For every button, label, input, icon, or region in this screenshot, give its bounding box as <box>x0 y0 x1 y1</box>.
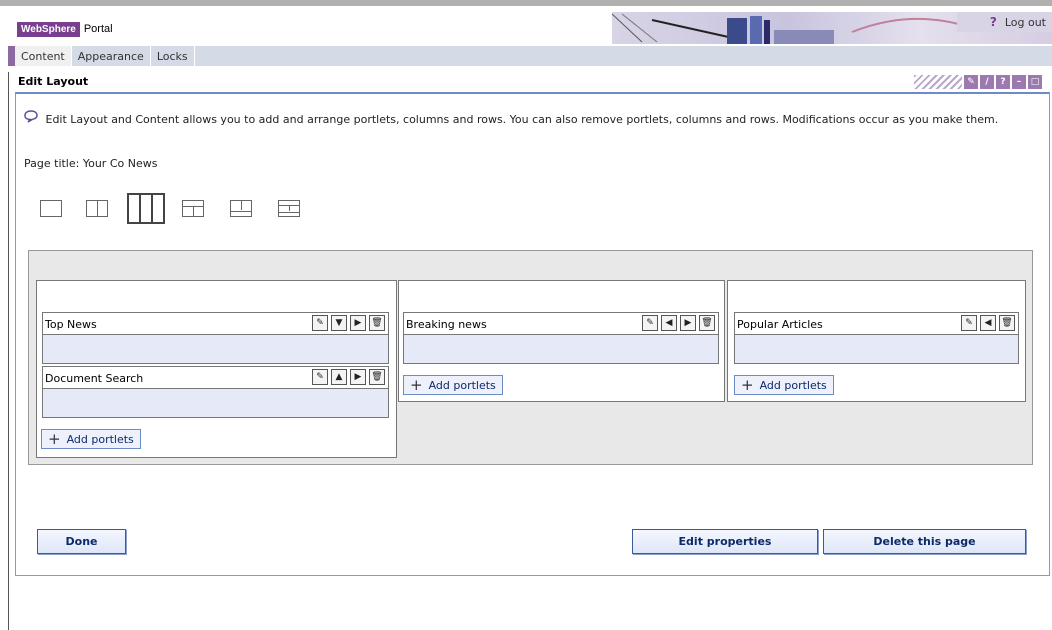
add-portlets-button[interactable]: + Add portlets <box>403 375 503 395</box>
layout-two-column-footer-icon[interactable] <box>230 200 252 217</box>
frame-left-edge <box>8 72 9 630</box>
info-balloon-icon <box>24 110 38 127</box>
delete-icon[interactable]: 🗑 <box>369 315 385 331</box>
portlet-name: Popular Articles <box>737 318 823 331</box>
delete-icon[interactable]: 🗑 <box>999 315 1015 331</box>
done-button[interactable]: Done <box>37 529 126 554</box>
logout-link[interactable]: Log out <box>1005 16 1046 29</box>
add-portlets-button[interactable]: + Add portlets <box>734 375 834 395</box>
edit-icon[interactable]: ✎ <box>312 315 328 331</box>
portlet-top-news: Top News ✎ ▼ ▶ 🗑 <box>42 312 389 364</box>
delete-icon[interactable]: 🗑 <box>369 369 385 385</box>
plus-icon: + <box>741 376 754 394</box>
brand-name: Portal <box>83 23 113 35</box>
move-right-icon[interactable]: ▶ <box>350 369 366 385</box>
edit-properties-button[interactable]: Edit properties <box>632 529 818 554</box>
pencil-icon[interactable]: ✎ <box>964 75 978 89</box>
websphere-logo: WebSphere Portal <box>17 20 113 38</box>
pen-icon[interactable]: / <box>980 75 994 89</box>
tab-locks[interactable]: Locks <box>151 46 195 66</box>
page-title-row: Page title: Your Co News <box>24 157 157 170</box>
maximize-icon[interactable]: □ <box>1028 75 1042 89</box>
move-left-icon[interactable]: ◀ <box>661 315 677 331</box>
portlet-name: Breaking news <box>406 318 487 331</box>
delete-icon[interactable]: 🗑 <box>699 315 715 331</box>
help-icon[interactable]: ? <box>990 15 997 29</box>
edit-icon[interactable]: ✎ <box>642 315 658 331</box>
move-right-icon[interactable]: ▶ <box>680 315 696 331</box>
move-right-icon[interactable]: ▶ <box>350 315 366 331</box>
tab-appearance[interactable]: Appearance <box>72 46 151 66</box>
portlet-title-bar: Edit Layout ✎ / ? – □ <box>15 72 1052 92</box>
description-text: Edit Layout and Content allows you to ad… <box>45 113 999 126</box>
layout-header-two-column-footer-icon[interactable] <box>278 200 300 217</box>
add-portlets-button[interactable]: + Add portlets <box>41 429 141 449</box>
move-up-icon[interactable]: ▲ <box>331 369 347 385</box>
top-banner: WebSphere Portal ? Log out <box>0 0 1052 44</box>
edit-icon[interactable]: ✎ <box>961 315 977 331</box>
page-title-label: Page title: <box>24 157 80 170</box>
portlet-name: Document Search <box>45 372 144 385</box>
layout-three-column-icon[interactable] <box>127 193 165 224</box>
tab-content[interactable]: Content <box>15 46 72 66</box>
help-icon[interactable]: ? <box>996 75 1010 89</box>
title-controls: ✎ / ? – □ <box>914 75 1042 89</box>
minimize-icon[interactable]: – <box>1012 75 1026 89</box>
tab-accent <box>8 46 15 66</box>
portlet-breaking-news: Breaking news ✎ ◀ ▶ 🗑 <box>403 312 719 364</box>
portlet-document-search: Document Search ✎ ▲ ▶ 🗑 <box>42 366 389 418</box>
page-title-value: Your Co News <box>82 157 158 170</box>
plus-icon: + <box>48 430 61 448</box>
layout-header-two-column-icon[interactable] <box>182 200 204 217</box>
move-down-icon[interactable]: ▼ <box>331 315 347 331</box>
brand-product: WebSphere <box>17 21 80 37</box>
logout-area: ? Log out <box>957 12 1052 32</box>
layout-two-column-icon[interactable] <box>86 200 108 217</box>
portlet-name: Top News <box>45 318 97 331</box>
description: Edit Layout and Content allows you to ad… <box>24 110 1034 127</box>
layout-one-column-icon[interactable] <box>40 200 62 217</box>
portlet-title: Edit Layout <box>18 75 89 88</box>
edit-icon[interactable]: ✎ <box>312 369 328 385</box>
plus-icon: + <box>410 376 423 394</box>
delete-page-button[interactable]: Delete this page <box>823 529 1026 554</box>
portlet-popular-articles: Popular Articles ✎ ◀ 🗑 <box>734 312 1019 364</box>
decorative-hatch <box>914 75 962 89</box>
tab-bar: Content Appearance Locks <box>15 46 1052 66</box>
move-left-icon[interactable]: ◀ <box>980 315 996 331</box>
